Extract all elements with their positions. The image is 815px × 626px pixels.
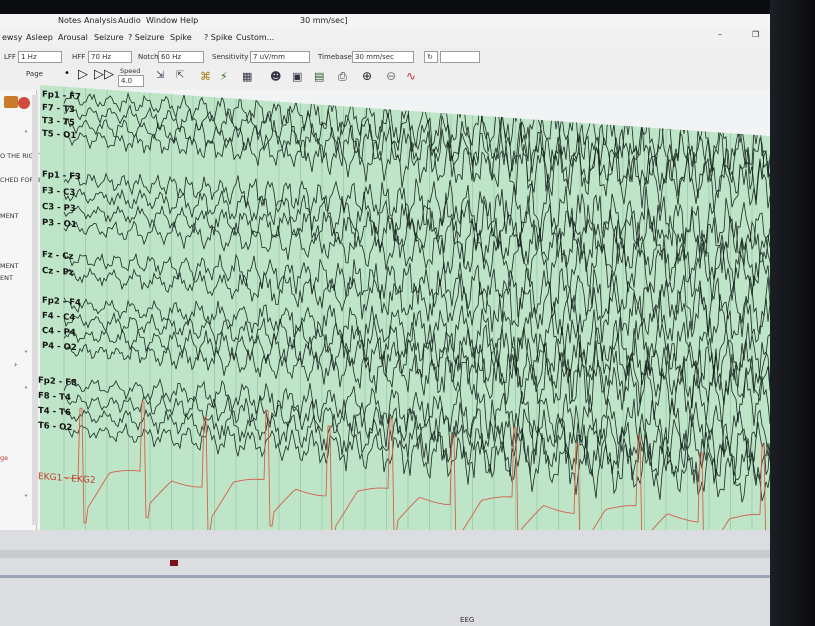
printer-icon[interactable]: ⎙ — [338, 70, 347, 84]
no-event-icon[interactable] — [18, 97, 30, 109]
menu-analysis[interactable]: Analysis — [84, 16, 117, 25]
play-icon[interactable]: ▷ — [78, 67, 88, 82]
event-button-arousal[interactable]: Arousal — [58, 33, 88, 42]
speed-input[interactable]: 4.0 — [118, 75, 144, 87]
hff-label: HFF — [72, 53, 86, 61]
scroll-up-icon[interactable]: ˄ — [24, 130, 28, 139]
review-toolbar: Page • ▷ ▷▷ Speed 4.0 ⇲ ⇱ ⌘ ⚡ ▦ ☻ ▣ ▤ ⎙ … — [0, 67, 815, 90]
event-button-question-seizure[interactable]: ? Seizure — [128, 33, 164, 42]
search-person-icon[interactable]: ☻ — [270, 70, 281, 83]
eeg-channel-trace — [63, 172, 800, 255]
menu-bar: Notes Analysis Audio Window Help 30 mm/s… — [0, 14, 815, 30]
restore-icon[interactable]: ❐ — [752, 30, 759, 39]
menu-help[interactable]: Help — [180, 16, 198, 25]
bottom-timeline-area — [0, 530, 815, 626]
page-step-icon[interactable]: • — [64, 68, 70, 79]
event-palette-icon[interactable] — [4, 96, 18, 108]
page-label: Page — [26, 70, 43, 78]
scroll-right-icon[interactable]: › — [14, 360, 17, 369]
note-line: MENT — [0, 212, 19, 220]
event-button-ewsy[interactable]: ewsy — [2, 33, 22, 42]
menu-audio[interactable]: Audio — [118, 16, 141, 25]
extra-field[interactable] — [440, 51, 480, 63]
spike-marker-icon[interactable]: ∿ — [406, 69, 416, 83]
eeg-review-screen: Notes Analysis Audio Window Help 30 mm/s… — [0, 0, 815, 626]
select-tool-icon[interactable]: ⇱ — [176, 70, 184, 81]
hff-select[interactable]: 70 Hz — [88, 51, 132, 63]
scroll-down-icon[interactable]: ˅ — [24, 494, 28, 503]
left-scrollbar[interactable] — [32, 95, 38, 525]
note-line: MENT — [0, 262, 19, 270]
event-button-seizure[interactable]: Seizure — [94, 33, 124, 42]
timebase-select[interactable]: 30 mm/sec — [352, 51, 414, 63]
grid-icon[interactable]: ▦ — [242, 70, 252, 83]
eeg-channel-trace — [63, 311, 800, 399]
window-title: 30 mm/sec] — [300, 16, 348, 25]
timeline-divider — [0, 575, 815, 578]
channel-label: F8 - T4 — [38, 390, 71, 404]
zoom-in-icon[interactable]: ⊕ — [362, 69, 372, 83]
chart-icon[interactable]: ▤ — [314, 70, 324, 83]
waveform-icon[interactable]: ⚡ — [220, 70, 228, 83]
scroll-down-icon[interactable]: ˅ — [24, 350, 28, 359]
notch-select[interactable]: 60 Hz — [158, 51, 204, 63]
lff-select[interactable]: 1 Hz — [18, 51, 62, 63]
event-button-question-spike[interactable]: ? Spike — [204, 33, 232, 42]
minimize-button[interactable]: – — [718, 30, 722, 39]
event-toolbar: ewsy Asleep Arousal Seizure ? Seizure Sp… — [0, 30, 815, 49]
event-button-asleep[interactable]: Asleep — [26, 33, 53, 42]
note-line: ge — [0, 454, 9, 462]
timebase-label: Timebase — [318, 53, 352, 61]
monitor-bezel — [770, 0, 815, 626]
timeline-position-marker[interactable] — [170, 560, 178, 566]
notch-label: Notch — [138, 53, 159, 61]
note-line: ENT — [0, 274, 13, 282]
fast-forward-icon[interactable]: ▷▷ — [94, 67, 114, 82]
scroll-up-icon[interactable]: ˄ — [24, 386, 28, 395]
speed-label: Speed — [120, 67, 141, 75]
event-button-custom[interactable]: Custom... — [236, 33, 274, 42]
eeg-channel-trace — [63, 132, 800, 213]
camera-icon[interactable]: ▣ — [292, 70, 302, 83]
cursor-tool-icon[interactable]: ⇲ — [156, 70, 164, 81]
menu-window[interactable]: Window — [146, 16, 178, 25]
lff-label: LFF — [4, 53, 16, 61]
montage-icon[interactable]: ⌘ — [200, 70, 211, 83]
refresh-icon[interactable]: ↻ — [424, 51, 438, 63]
eeg-channel-trace — [63, 408, 800, 488]
filter-settings-bar: LFF 1 Hz HFF 70 Hz Notch 60 Hz Sensitivi… — [0, 48, 815, 69]
channel-label: T4 - T6 — [38, 405, 71, 419]
timeline-scrollbar[interactable] — [0, 550, 815, 558]
channel-label: T6 - O2 — [38, 420, 73, 434]
sensitivity-select[interactable]: 7 uV/mm — [250, 51, 310, 63]
menu-notes[interactable]: Notes — [58, 16, 81, 25]
eeg-channel-trace — [63, 90, 800, 178]
footer-label: EEG — [460, 616, 475, 624]
zoom-out-icon[interactable]: ⊖ — [386, 69, 396, 83]
event-button-spike[interactable]: Spike — [170, 33, 192, 42]
sensitivity-label: Sensitivity — [212, 53, 249, 61]
